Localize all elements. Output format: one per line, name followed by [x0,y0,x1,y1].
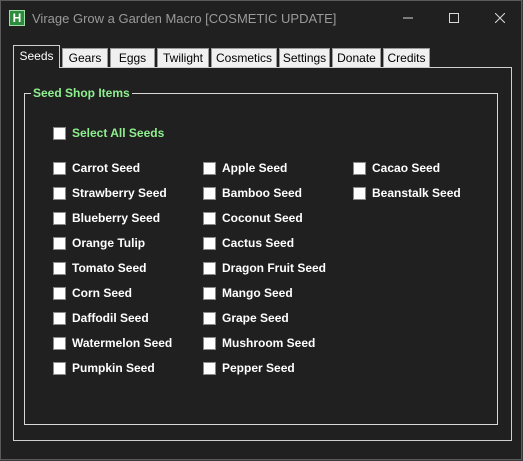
tab-credits[interactable]: Credits [383,48,430,67]
tab-donate[interactable]: Donate [332,48,381,67]
checkbox-box[interactable] [53,236,66,250]
tab-cosmetics[interactable]: Cosmetics [211,48,277,67]
tab-twilight[interactable]: Twilight [157,48,209,67]
seed-checkbox-pumpkin[interactable]: Pumpkin Seed [53,360,155,376]
tab-seeds[interactable]: Seeds [13,45,60,68]
seed-checkbox-bamboo[interactable]: Bamboo Seed [203,185,302,201]
checkbox-box[interactable] [203,186,216,200]
seed-checkbox-cactus[interactable]: Cactus Seed [203,235,294,251]
checkbox-box[interactable] [53,261,66,275]
seed-checkbox-apple[interactable]: Apple Seed [203,160,287,176]
checkbox-box[interactable] [53,211,66,225]
minimize-icon [403,17,413,19]
seed-label: Apple Seed [222,161,288,175]
checkbox-box[interactable] [203,261,216,275]
window-title: Virage Grow a Garden Macro [COSMETIC UPD… [32,11,337,26]
seed-checkbox-coconut[interactable]: Coconut Seed [203,210,303,226]
seed-checkbox-watermelon[interactable]: Watermelon Seed [53,335,172,351]
checkbox-box[interactable] [53,286,66,300]
seed-label: Beanstalk Seed [372,186,461,200]
seed-checkbox-blueberry[interactable]: Blueberry Seed [53,210,160,226]
select-all-label: Select All Seeds [72,126,165,140]
seed-label: Corn Seed [72,286,133,300]
app-icon: H [9,10,25,26]
seed-label: Cactus Seed [222,236,295,250]
checkbox-box[interactable] [53,186,66,200]
seed-checkbox-orange-tulip[interactable]: Orange Tulip [53,235,145,251]
seed-checkbox-corn[interactable]: Corn Seed [53,285,132,301]
seed-label: Strawberry Seed [72,186,167,200]
seed-checkbox-carrot[interactable]: Carrot Seed [53,160,140,176]
checkbox-box[interactable] [203,311,216,325]
seed-label: Carrot Seed [72,161,141,175]
checkbox-box[interactable] [203,286,216,300]
seed-label: Daffodil Seed [72,311,149,325]
select-all-seeds-checkbox[interactable]: Select All Seeds [53,125,164,141]
maximize-icon [449,13,459,23]
close-icon [495,13,505,23]
seed-checkbox-mushroom[interactable]: Mushroom Seed [203,335,315,351]
seed-label: Coconut Seed [222,211,303,225]
checkbox-box[interactable] [203,361,216,375]
seed-label: Mango Seed [222,286,293,300]
seed-label: Bamboo Seed [222,186,303,200]
seed-checkbox-pepper[interactable]: Pepper Seed [203,360,295,376]
seed-label: Watermelon Seed [72,336,173,350]
checkbox-box[interactable] [353,186,366,200]
checkbox-box[interactable] [203,211,216,225]
checkbox-box[interactable] [53,161,66,175]
seed-label: Cacao Seed [372,161,441,175]
app-window: H Virage Grow a Garden Macro [COSMETIC U… [0,0,522,460]
seed-checkbox-strawberry[interactable]: Strawberry Seed [53,185,167,201]
seed-shop-groupbox: Seed Shop Items Select All Seeds Carrot … [24,85,498,425]
seed-label: Dragon Fruit Seed [222,261,327,275]
title-bar[interactable]: H Virage Grow a Garden Macro [COSMETIC U… [1,1,521,35]
seed-checkbox-tomato[interactable]: Tomato Seed [53,260,146,276]
seed-checkbox-dragon-fruit[interactable]: Dragon Fruit Seed [203,260,326,276]
checkbox-box[interactable] [353,161,366,175]
tab-settings[interactable]: Settings [279,48,330,67]
seed-checkbox-grape[interactable]: Grape Seed [203,310,289,326]
minimize-button[interactable] [385,1,431,35]
seed-label: Blueberry Seed [72,211,161,225]
seed-label: Grape Seed [222,311,289,325]
seed-checkbox-beanstalk[interactable]: Beanstalk Seed [353,185,461,201]
seed-checkbox-cacao[interactable]: Cacao Seed [353,160,440,176]
seed-label: Orange Tulip [72,236,146,250]
seed-label: Pepper Seed [222,361,295,375]
tab-eggs[interactable]: Eggs [110,48,155,67]
seed-label: Tomato Seed [72,261,147,275]
seed-checkbox-daffodil[interactable]: Daffodil Seed [53,310,149,326]
maximize-button[interactable] [431,1,477,35]
checkbox-box[interactable] [53,361,66,375]
checkbox-box[interactable] [53,336,66,350]
seeds-tab-panel: Seed Shop Items Select All Seeds Carrot … [13,67,512,441]
checkbox-box[interactable] [203,161,216,175]
checkbox-box[interactable] [53,311,66,325]
seed-label: Mushroom Seed [222,336,316,350]
checkbox-box[interactable] [203,336,216,350]
seed-checkbox-mango[interactable]: Mango Seed [203,285,293,301]
groupbox-title: Seed Shop Items [31,85,132,101]
tab-gears[interactable]: Gears [62,48,108,67]
checkbox-box[interactable] [203,236,216,250]
close-button[interactable] [477,1,523,35]
seed-label: Pumpkin Seed [72,361,155,375]
checkbox-box[interactable] [53,126,66,140]
